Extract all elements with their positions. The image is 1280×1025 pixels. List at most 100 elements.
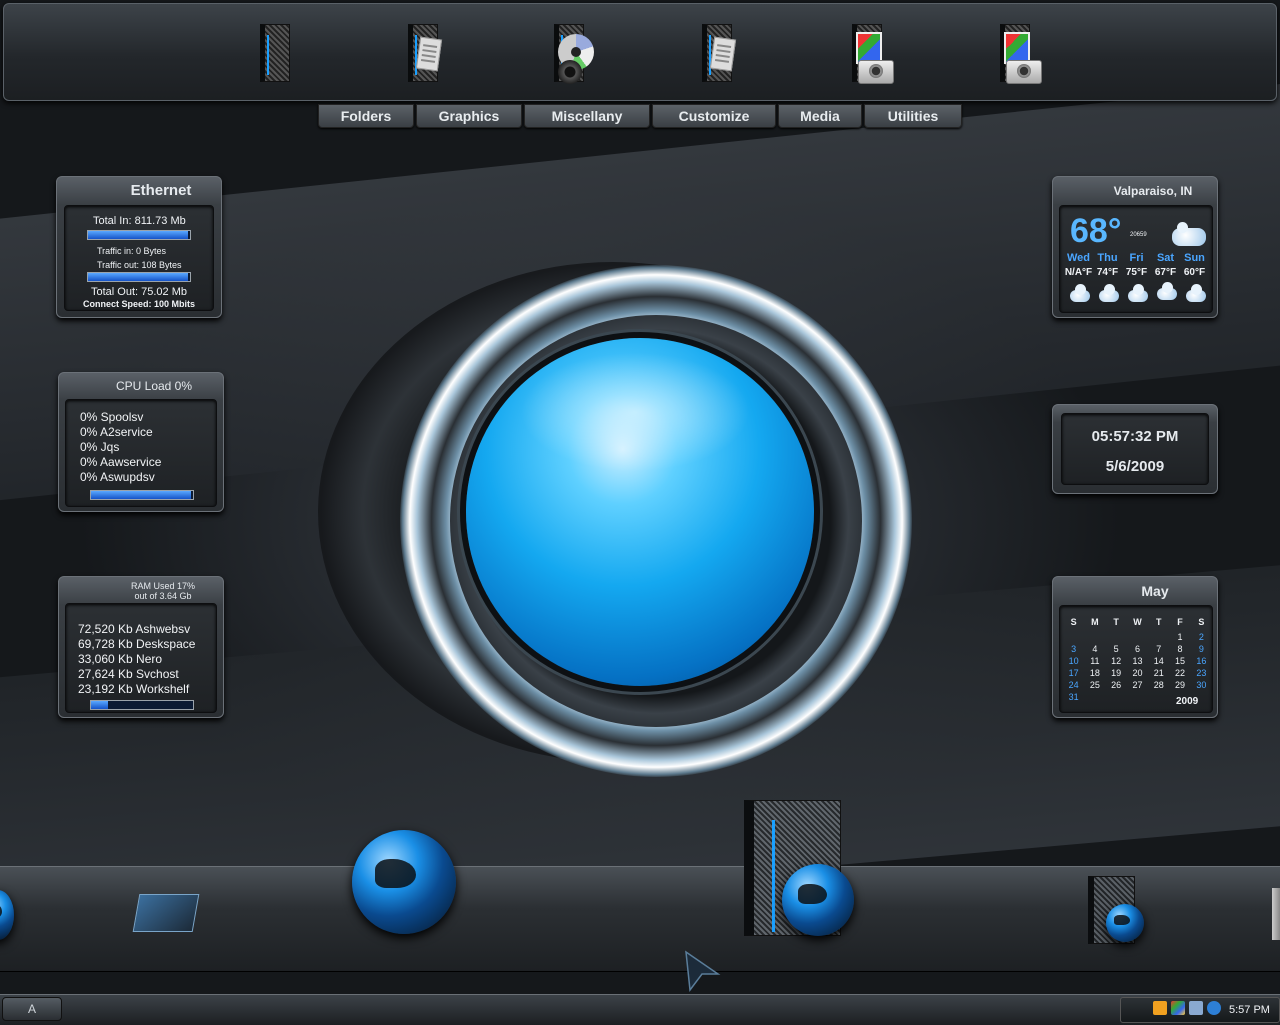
calendar-day[interactable]: 22 <box>1169 667 1190 679</box>
calendar-day[interactable]: 10 <box>1063 655 1084 667</box>
music-folder-icon[interactable] <box>544 20 600 88</box>
clock-widget: 05:57:32 PM 5/6/2009 <box>1052 404 1218 494</box>
system-tray: 5:57 PM <box>1120 997 1280 1023</box>
cursor-icon <box>685 950 721 992</box>
calendar-day[interactable]: 2 <box>1191 631 1212 643</box>
partly-cloudy-icon <box>1186 284 1206 302</box>
start-button[interactable]: A <box>2 997 62 1021</box>
calendar-day[interactable]: 12 <box>1106 655 1127 667</box>
calendar-day[interactable]: 1 <box>1169 631 1190 643</box>
forecast-day: Fri <box>1129 252 1144 264</box>
calendar-day[interactable]: 28 <box>1148 679 1169 691</box>
list-item: 27,624 Kb Svchost <box>78 667 179 681</box>
list-item: 0% Spoolsv <box>80 410 144 424</box>
calendar-widget: May SMTWTFS 1 2 3 4 5 6 7 8 9 10 11 12 13 14 15 16 17 18 1… <box>1052 576 1218 718</box>
rain-icon <box>1099 284 1119 302</box>
list-item: 0% Jqs <box>80 440 120 454</box>
connect-speed: Connect Speed: 100 Mbits <box>83 299 196 309</box>
calendar-day[interactable]: 25 <box>1084 679 1105 691</box>
calendar-day[interactable]: 16 <box>1191 655 1212 667</box>
calendar-day[interactable]: 4 <box>1084 643 1105 655</box>
ram-subtitle: out of 3.64 Gb <box>134 591 192 601</box>
weekday-label: T <box>1113 617 1119 627</box>
weekday-label: F <box>1177 617 1183 627</box>
tray-icon[interactable] <box>1189 1001 1203 1015</box>
list-item: 0% A2service <box>80 425 153 439</box>
ram-usage-bar-fill <box>91 701 109 709</box>
calendar-day[interactable]: 30 <box>1191 679 1212 691</box>
calendar-day[interactable]: 24 <box>1063 679 1084 691</box>
ram-title: RAM Used 17% <box>130 581 196 591</box>
ram-usage-bar <box>90 700 194 710</box>
weekday-label: S <box>1198 617 1205 627</box>
weekday-label: S <box>1070 617 1077 627</box>
forecast-high: 67°F <box>1154 267 1177 278</box>
calendar-day[interactable]: 5 <box>1106 643 1127 655</box>
tab-customize[interactable]: Customize <box>652 104 776 128</box>
partly-cloudy-icon <box>1070 284 1090 302</box>
calendar-day <box>1106 691 1127 703</box>
tab-media[interactable]: Media <box>778 104 862 128</box>
calendar-day[interactable]: 9 <box>1191 643 1212 655</box>
calendar-day[interactable]: 18 <box>1084 667 1105 679</box>
clock-date: 5/6/2009 <box>1105 458 1165 475</box>
clock-time: 05:57:32 PM <box>1091 428 1179 445</box>
globe-icon[interactable] <box>352 830 456 934</box>
ethernet-body: Total In: 811.73 Mb Traffic in: 0 Bytes … <box>64 205 214 311</box>
list-item: 0% Aswupdsv <box>80 470 155 484</box>
calendar-day[interactable]: 19 <box>1106 667 1127 679</box>
calendar-day[interactable]: 13 <box>1127 655 1148 667</box>
calendar-day <box>1084 691 1105 703</box>
pictures-folder-icon[interactable] <box>842 20 898 88</box>
calendar-day[interactable]: 7 <box>1148 643 1169 655</box>
total-out: Total Out: 75.02 Mb <box>91 286 187 298</box>
forecast-day: Thu <box>1097 252 1118 264</box>
mail-icon[interactable] <box>132 894 200 932</box>
calendar-day[interactable]: 3 <box>1063 643 1084 655</box>
forecast-high: 75°F <box>1125 267 1148 278</box>
calendar-grid: SMTWTFS 1 2 3 4 5 6 7 8 9 10 11 12 13 14 15 16 17 18 19 20 2… <box>1063 616 1212 703</box>
calendar-day[interactable]: 27 <box>1127 679 1148 691</box>
calendar-body: SMTWTFS 1 2 3 4 5 6 7 8 9 10 11 12 13 14 15 16 17 18 19 20 2… <box>1059 605 1213 713</box>
cpu-load-bar <box>90 490 194 500</box>
tray-icon[interactable] <box>1153 1001 1167 1015</box>
calendar-day[interactable]: 26 <box>1106 679 1127 691</box>
pictures-folder-icon[interactable] <box>990 20 1046 88</box>
folder-icon[interactable] <box>250 20 306 88</box>
calendar-day[interactable]: 21 <box>1148 667 1169 679</box>
tray-icon[interactable] <box>1207 1001 1221 1015</box>
cpu-body: 0% Spoolsv 0% A2service 0% Jqs 0% Aawser… <box>65 399 217 507</box>
tab-graphics[interactable]: Graphics <box>416 104 522 128</box>
calendar-day[interactable]: 29 <box>1169 679 1190 691</box>
tab-folders[interactable]: Folders <box>318 104 414 128</box>
partly-cloudy-icon <box>1128 284 1148 302</box>
calendar-day[interactable]: 23 <box>1191 667 1212 679</box>
ram-process-list: 72,520 Kb Ashwebsv 69,728 Kb Deskspace 3… <box>78 622 195 697</box>
cpu-title: CPU Load 0% <box>115 379 193 393</box>
forecast-high: N/A°F <box>1064 267 1093 278</box>
tab-miscellany[interactable]: Miscellany <box>524 104 650 128</box>
calendar-day[interactable]: 14 <box>1148 655 1169 667</box>
documents-folder-icon[interactable] <box>692 20 748 88</box>
forecast-high: 74°F <box>1096 267 1119 278</box>
tray-icon[interactable] <box>1171 1001 1185 1015</box>
calendar-day <box>1106 631 1127 643</box>
traffic-out-bar-fill <box>88 273 188 281</box>
forecast-day: Sat <box>1156 252 1175 264</box>
globe-icon <box>1106 904 1144 942</box>
calendar-day[interactable]: 8 <box>1169 643 1190 655</box>
documents-folder-icon[interactable] <box>398 20 454 88</box>
calendar-day[interactable]: 11 <box>1084 655 1105 667</box>
dock-tabs: Folders Graphics Miscellany Customize Me… <box>318 104 962 128</box>
calendar-day[interactable]: 6 <box>1127 643 1148 655</box>
calendar-day[interactable]: 31 <box>1063 691 1084 703</box>
forecast-high: 60°F <box>1183 267 1206 278</box>
tab-utilities[interactable]: Utilities <box>864 104 962 128</box>
weather-location: Valparaiso, IN <box>1113 184 1193 198</box>
list-item: 33,060 Kb Nero <box>78 652 163 666</box>
taskbar-clock[interactable]: 5:57 PM <box>1229 1004 1270 1016</box>
calendar-day[interactable]: 17 <box>1063 667 1084 679</box>
recycle-bin-icon[interactable] <box>1272 888 1280 940</box>
calendar-day[interactable]: 15 <box>1169 655 1190 667</box>
calendar-day[interactable]: 20 <box>1127 667 1148 679</box>
